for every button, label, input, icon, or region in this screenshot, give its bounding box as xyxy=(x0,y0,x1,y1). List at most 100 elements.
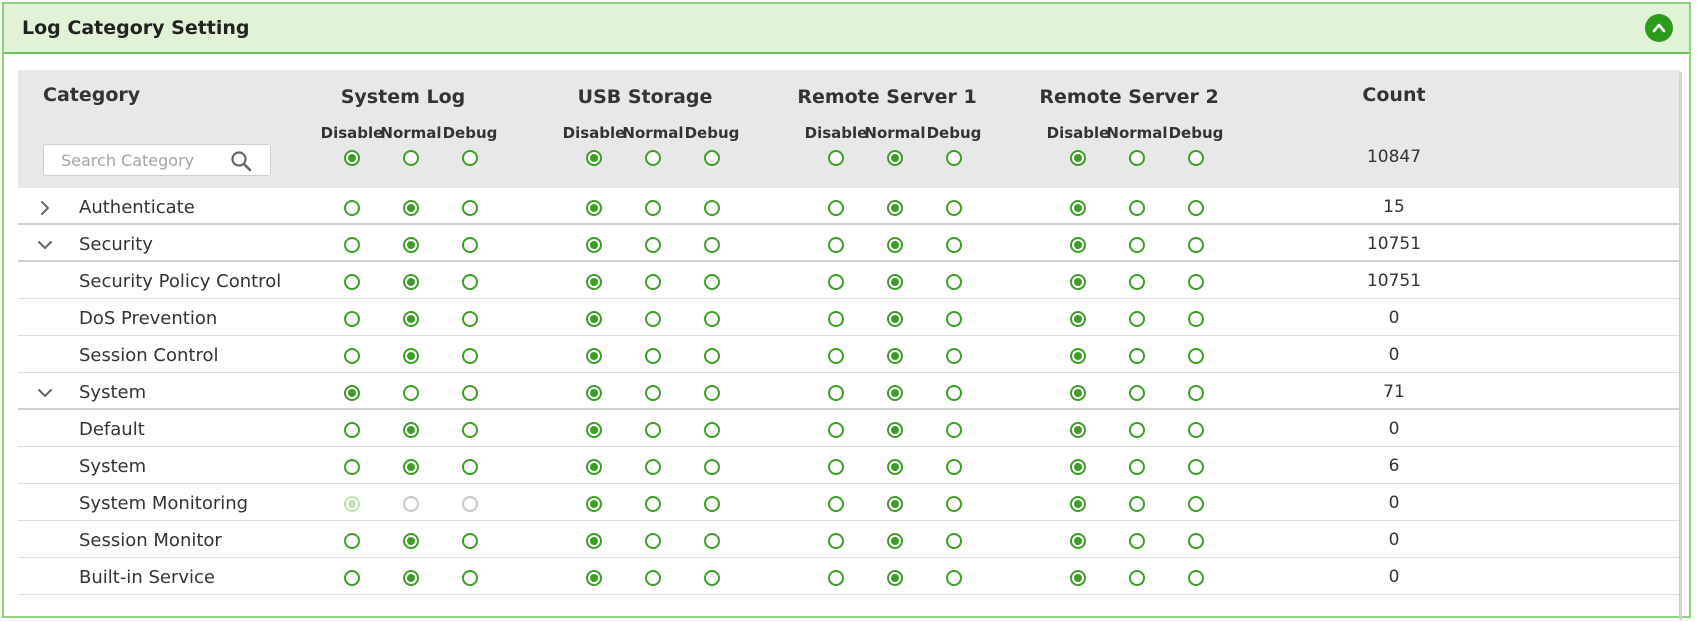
row-9-2-normal-radio[interactable] xyxy=(887,533,903,549)
row-10-3-disable-radio[interactable] xyxy=(1070,570,1086,586)
row-0-3-normal-radio[interactable] xyxy=(1129,200,1145,216)
row-7-3-debug-radio[interactable] xyxy=(1188,459,1204,475)
row-6-3-debug-radio[interactable] xyxy=(1188,422,1204,438)
row-5-2-disable-radio[interactable] xyxy=(828,385,844,401)
row-1-3-debug-radio[interactable] xyxy=(1188,237,1204,253)
row-1-2-disable-radio[interactable] xyxy=(828,237,844,253)
row-5-1-disable-radio[interactable] xyxy=(586,385,602,401)
row-2-3-debug-radio[interactable] xyxy=(1188,274,1204,290)
row-3-1-debug-radio[interactable] xyxy=(704,311,720,327)
row-1-2-debug-radio[interactable] xyxy=(946,237,962,253)
row-10-3-debug-radio[interactable] xyxy=(1188,570,1204,586)
row-7-2-disable-radio[interactable] xyxy=(828,459,844,475)
row-10-0-normal-radio[interactable] xyxy=(403,570,419,586)
row-3-2-disable-radio[interactable] xyxy=(828,311,844,327)
row-6-0-debug-radio[interactable] xyxy=(462,422,478,438)
row-2-3-disable-radio[interactable] xyxy=(1070,274,1086,290)
row-4-3-debug-radio[interactable] xyxy=(1188,348,1204,364)
master-1-normal-radio[interactable] xyxy=(645,150,661,166)
master-3-normal-radio[interactable] xyxy=(1129,150,1145,166)
row-6-1-debug-radio[interactable] xyxy=(704,422,720,438)
row-6-2-disable-radio[interactable] xyxy=(828,422,844,438)
row-5-0-disable-radio[interactable] xyxy=(344,385,360,401)
row-7-2-normal-radio[interactable] xyxy=(887,459,903,475)
row-5-3-disable-radio[interactable] xyxy=(1070,385,1086,401)
row-7-1-debug-radio[interactable] xyxy=(704,459,720,475)
row-6-1-disable-radio[interactable] xyxy=(586,422,602,438)
row-6-1-normal-radio[interactable] xyxy=(645,422,661,438)
row-1-0-normal-radio[interactable] xyxy=(403,237,419,253)
row-10-2-normal-radio[interactable] xyxy=(887,570,903,586)
row-0-0-disable-radio[interactable] xyxy=(344,200,360,216)
row-6-0-normal-radio[interactable] xyxy=(403,422,419,438)
row-1-3-disable-radio[interactable] xyxy=(1070,237,1086,253)
row-5-3-normal-radio[interactable] xyxy=(1129,385,1145,401)
row-3-0-debug-radio[interactable] xyxy=(462,311,478,327)
row-10-3-normal-radio[interactable] xyxy=(1129,570,1145,586)
row-8-1-normal-radio[interactable] xyxy=(645,496,661,512)
row-4-2-debug-radio[interactable] xyxy=(946,348,962,364)
row-9-1-normal-radio[interactable] xyxy=(645,533,661,549)
row-5-1-normal-radio[interactable] xyxy=(645,385,661,401)
row-0-3-debug-radio[interactable] xyxy=(1188,200,1204,216)
row-4-0-debug-radio[interactable] xyxy=(462,348,478,364)
row-4-2-normal-radio[interactable] xyxy=(887,348,903,364)
row-2-1-debug-radio[interactable] xyxy=(704,274,720,290)
master-3-disable-radio[interactable] xyxy=(1070,150,1086,166)
row-10-1-disable-radio[interactable] xyxy=(586,570,602,586)
row-5-3-debug-radio[interactable] xyxy=(1188,385,1204,401)
row-5-0-debug-radio[interactable] xyxy=(462,385,478,401)
row-8-3-normal-radio[interactable] xyxy=(1129,496,1145,512)
row-0-1-debug-radio[interactable] xyxy=(704,200,720,216)
row-4-0-disable-radio[interactable] xyxy=(344,348,360,364)
row-2-0-disable-radio[interactable] xyxy=(344,274,360,290)
row-2-2-normal-radio[interactable] xyxy=(887,274,903,290)
row-9-3-debug-radio[interactable] xyxy=(1188,533,1204,549)
row-0-2-debug-radio[interactable] xyxy=(946,200,962,216)
row-0-2-disable-radio[interactable] xyxy=(828,200,844,216)
chevron-right-icon[interactable] xyxy=(35,198,55,218)
row-0-1-normal-radio[interactable] xyxy=(645,200,661,216)
row-4-3-normal-radio[interactable] xyxy=(1129,348,1145,364)
master-2-normal-radio[interactable] xyxy=(887,150,903,166)
row-7-0-normal-radio[interactable] xyxy=(403,459,419,475)
chevron-down-icon[interactable] xyxy=(35,383,55,403)
row-9-2-debug-radio[interactable] xyxy=(946,533,962,549)
row-1-1-debug-radio[interactable] xyxy=(704,237,720,253)
row-7-1-normal-radio[interactable] xyxy=(645,459,661,475)
collapse-panel-button[interactable] xyxy=(1645,14,1673,42)
master-2-disable-radio[interactable] xyxy=(828,150,844,166)
row-1-0-disable-radio[interactable] xyxy=(344,237,360,253)
row-9-3-disable-radio[interactable] xyxy=(1070,533,1086,549)
row-8-3-disable-radio[interactable] xyxy=(1070,496,1086,512)
row-4-1-disable-radio[interactable] xyxy=(586,348,602,364)
master-0-normal-radio[interactable] xyxy=(403,150,419,166)
chevron-down-icon[interactable] xyxy=(35,235,55,255)
row-8-1-disable-radio[interactable] xyxy=(586,496,602,512)
row-9-1-disable-radio[interactable] xyxy=(586,533,602,549)
row-0-0-debug-radio[interactable] xyxy=(462,200,478,216)
row-2-0-normal-radio[interactable] xyxy=(403,274,419,290)
row-3-0-disable-radio[interactable] xyxy=(344,311,360,327)
row-9-3-normal-radio[interactable] xyxy=(1129,533,1145,549)
row-10-2-debug-radio[interactable] xyxy=(946,570,962,586)
row-10-0-debug-radio[interactable] xyxy=(462,570,478,586)
row-4-2-disable-radio[interactable] xyxy=(828,348,844,364)
row-1-1-normal-radio[interactable] xyxy=(645,237,661,253)
row-7-3-disable-radio[interactable] xyxy=(1070,459,1086,475)
row-8-1-debug-radio[interactable] xyxy=(704,496,720,512)
row-2-1-disable-radio[interactable] xyxy=(586,274,602,290)
row-10-2-disable-radio[interactable] xyxy=(828,570,844,586)
row-7-1-disable-radio[interactable] xyxy=(586,459,602,475)
row-5-2-normal-radio[interactable] xyxy=(887,385,903,401)
master-0-debug-radio[interactable] xyxy=(462,150,478,166)
row-8-2-disable-radio[interactable] xyxy=(828,496,844,512)
row-2-1-normal-radio[interactable] xyxy=(645,274,661,290)
master-2-debug-radio[interactable] xyxy=(946,150,962,166)
search-icon[interactable] xyxy=(230,150,252,172)
row-0-3-disable-radio[interactable] xyxy=(1070,200,1086,216)
row-7-0-disable-radio[interactable] xyxy=(344,459,360,475)
row-8-0-disable-radio[interactable] xyxy=(344,496,360,512)
row-0-1-disable-radio[interactable] xyxy=(586,200,602,216)
row-5-2-debug-radio[interactable] xyxy=(946,385,962,401)
